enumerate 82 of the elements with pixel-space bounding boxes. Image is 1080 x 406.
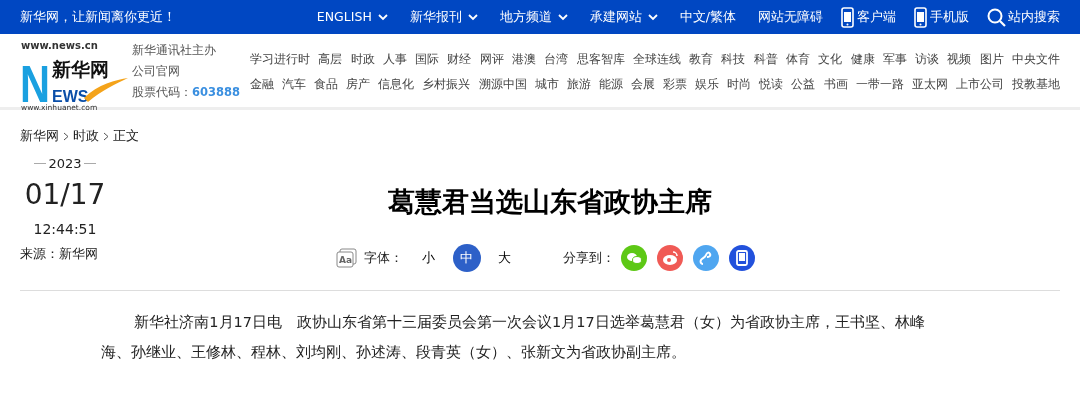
article-title: 葛慧君当选山东省政协主席 [388,184,712,219]
nav-link[interactable]: 客户端 [841,6,896,28]
channel-link[interactable]: 体育 [785,50,810,75]
channel-link[interactable]: 科普 [753,50,778,75]
channel-link[interactable]: 全球连线 [632,50,681,75]
channel-link[interactable]: 科技 [721,50,746,75]
tablet-icon[interactable] [728,245,755,271]
channel-link[interactable]: 食品 [314,75,339,100]
channel-link[interactable]: 视频 [947,50,972,75]
channel-link[interactable]: 国际 [415,50,440,75]
article-date: 01/17 [23,177,107,213]
site-slogan: 新华网，让新闻离你更近！ [20,7,176,26]
caret-icon [467,13,478,21]
channel-link[interactable]: 访谈 [915,50,940,75]
channel-link[interactable]: 思客智库 [576,50,625,75]
share-label: 分享到： [562,249,615,268]
channel-link[interactable]: 溯源中国 [478,75,527,100]
channel-link[interactable]: 时尚 [727,75,752,100]
channel-link[interactable]: 港澳 [511,50,536,75]
channel-link[interactable]: 教育 [689,50,714,75]
channel-link[interactable]: 中央文件 [1011,50,1060,75]
article-year: 2023 [48,154,82,173]
caret-icon [557,13,568,21]
font-size-option[interactable]: 小 [414,244,443,272]
channel-link[interactable]: 亚太网 [911,75,948,100]
phone-icon [841,6,854,28]
channel-link[interactable]: 彩票 [663,75,688,100]
article-paragraph: 新华社济南1月17日电 政协山东省第十三届委员会第一次会议1月17日选举葛慧君（女）为省政协主席，王书坚、林峰海、孙继业、王修林、程林、刘均刚、孙述涛、段青英（女）、张新文为省政协副主席。 [101,313,926,362]
publisher-text: 新华通讯社主办 [132,42,217,59]
nav-link[interactable]: 地方频道 [499,7,568,27]
eye-icon[interactable] [656,245,683,271]
chevron-icon [63,132,69,141]
channel-link[interactable]: 上市公司 [955,75,1004,100]
channel-link[interactable]: 财经 [447,50,472,75]
phone-icon [914,6,927,28]
channel-link[interactable]: 公益 [791,75,816,100]
channel-link[interactable]: 会展 [630,75,655,100]
breadcrumb-link[interactable]: 新华网 [20,128,59,143]
channel-link[interactable]: 汽车 [282,75,307,100]
channel-link[interactable]: 文化 [818,50,843,75]
font-size-option[interactable]: 大 [490,244,519,272]
channel-link[interactable]: 学习进行时 [250,50,310,75]
chat-icon[interactable] [620,245,647,271]
channel-link[interactable]: 投教基地 [1011,75,1060,100]
nav-link[interactable]: ENGLISH [316,7,388,27]
channel-link[interactable]: 军事 [882,50,907,75]
font-size-option[interactable]: 中 [452,244,481,272]
caret-icon [647,13,658,21]
nav-link[interactable]: 网站无障碍 [758,7,823,27]
nav-link[interactable]: 手机版 [914,6,969,28]
channel-link[interactable]: 旅游 [566,75,591,100]
channel-link[interactable]: 乡村振兴 [422,75,471,100]
font-size-label: 字体： [363,249,403,268]
channel-link[interactable]: 一带一路 [855,75,904,100]
article-time: 12:44:51 [32,220,98,239]
channel-link[interactable]: 城市 [534,75,559,100]
nav-link[interactable]: 中文/繁体 [679,7,736,27]
channel-link[interactable]: 悦读 [759,75,784,100]
nav-link[interactable]: 站内搜索 [987,7,1060,27]
channel-link[interactable]: 能源 [598,75,623,100]
channel-link[interactable]: 房产 [346,75,371,100]
publisher-text: 公司官网 [132,63,181,80]
nav-link[interactable]: 新华报刊 [409,7,478,27]
channel-link[interactable]: 图片 [979,50,1004,75]
channel-link[interactable]: 时政 [350,50,375,75]
link-icon[interactable] [692,245,719,271]
channel-link[interactable]: 健康 [850,50,875,75]
channel-link[interactable]: 台湾 [544,50,569,75]
channel-link[interactable]: 高层 [318,50,343,75]
stock-code-text: 股票代码：603888 [132,84,240,101]
search-icon [987,7,1006,27]
channel-link[interactable]: 娱乐 [695,75,720,100]
chevron-icon [103,132,109,141]
channel-link[interactable]: 书画 [823,75,848,100]
breadcrumb-link[interactable]: 时政 [73,128,99,143]
channel-link[interactable]: 金融 [250,75,274,100]
channel-link[interactable]: 人事 [382,50,407,75]
nav-link[interactable]: 承建网站 [589,7,658,27]
channel-link[interactable]: 网评 [479,50,504,75]
caret-icon [377,13,388,21]
channel-link[interactable]: 信息化 [378,75,415,100]
article-source: 来源：新华网 [20,245,99,263]
